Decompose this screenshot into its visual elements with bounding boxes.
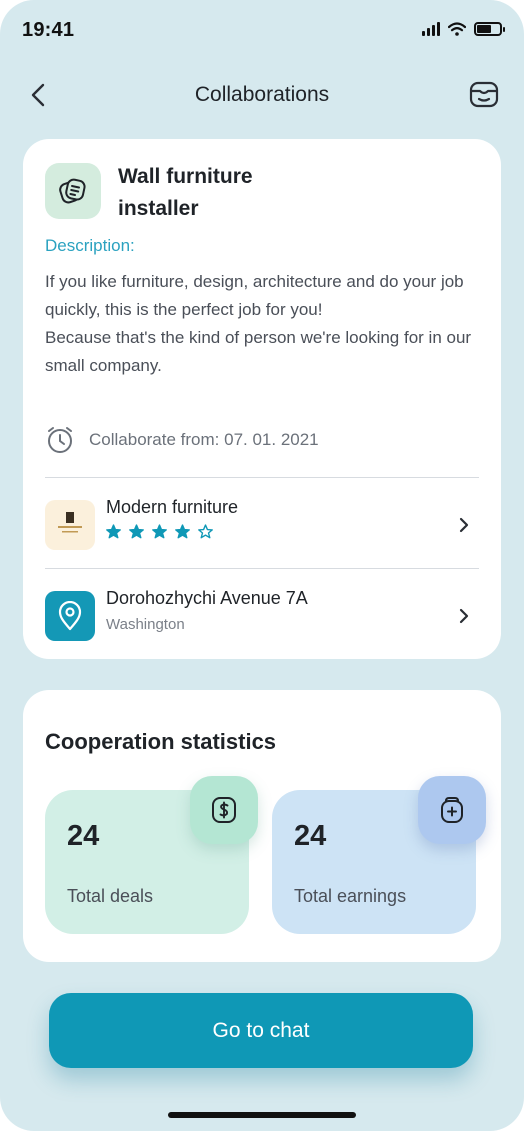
wifi-icon: [448, 22, 466, 36]
star-filled-icon: [175, 524, 190, 539]
company-logo: [45, 500, 95, 550]
collaborate-from-text: Collaborate from: 07. 01. 2021: [89, 430, 319, 449]
total-deals-value: 24: [67, 820, 100, 852]
star-filled-icon: [152, 524, 167, 539]
description-text: If you like furniture, design, architect…: [45, 272, 472, 375]
location-pin-icon: [58, 601, 82, 631]
status-time: 19:41: [22, 19, 75, 41]
go-to-chat-button[interactable]: Go to chat: [49, 993, 473, 1068]
location-address: Dorohozhychi Avenue 7A: [106, 588, 308, 608]
star-empty-icon: [198, 524, 213, 539]
company-rating: [106, 524, 213, 539]
battery-icon: [474, 22, 505, 36]
total-earnings-value: 24: [294, 820, 327, 852]
status-bar: 19:41: [0, 0, 524, 60]
location-tile: [45, 591, 95, 641]
total-earnings-label: Total earnings: [294, 886, 407, 906]
clock-icon: [48, 427, 72, 453]
total-deals-label: Total deals: [67, 886, 154, 906]
signal-icon: [422, 22, 440, 36]
divider: [45, 568, 479, 569]
home-indicator: [168, 1112, 356, 1118]
profile-box-icon[interactable]: [468, 78, 500, 110]
chevron-right-icon: [459, 517, 469, 533]
status-icons: [422, 22, 505, 36]
company-name: Modern furniture: [106, 497, 239, 517]
dollar-icon: [212, 797, 236, 823]
location-city: Washington: [106, 616, 185, 633]
job-card: Wall furniture installer Description: If…: [23, 139, 501, 659]
statistics-card: Cooperation statistics 24 Total deals 24…: [23, 690, 501, 962]
company-logo-icon: [58, 512, 82, 533]
job-icon-tile: [45, 163, 101, 219]
job-title: Wall furniture installer: [118, 165, 253, 220]
company-row[interactable]: Modern furniture: [45, 494, 479, 558]
wallet-plus-icon: [441, 797, 463, 823]
description-label: Description:: [45, 236, 135, 255]
location-row[interactable]: Dorohozhychi Avenue 7A Washington: [45, 585, 479, 649]
job-cards-icon: [59, 178, 86, 204]
deals-badge: [190, 776, 258, 844]
chevron-right-icon: [459, 608, 469, 624]
earnings-badge: [418, 776, 486, 844]
divider: [45, 477, 479, 478]
statistics-title: Cooperation statistics: [45, 729, 277, 754]
screen: 19:41 Collaborations Wall furniture inst…: [0, 0, 524, 1131]
star-filled-icon: [106, 524, 121, 539]
page-title: Collaborations: [194, 83, 330, 106]
collaborate-from: Collaborate from: 07. 01. 2021: [45, 425, 319, 455]
nav-bar: Collaborations: [0, 72, 524, 118]
star-filled-icon: [129, 524, 144, 539]
